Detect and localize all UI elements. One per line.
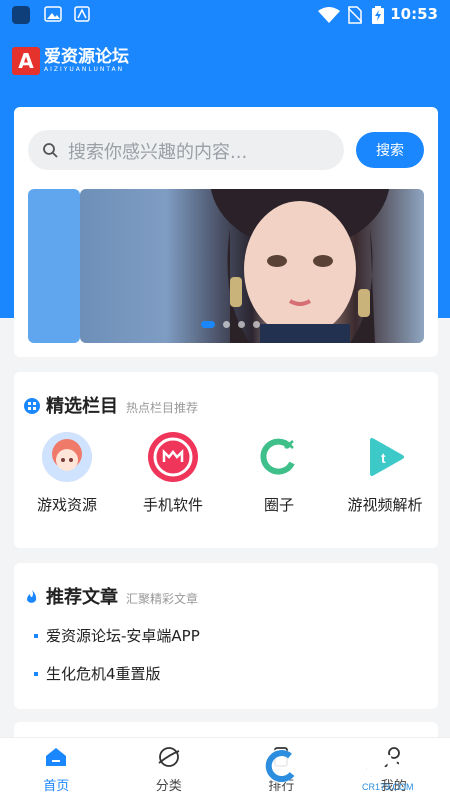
category-label: 手机软件	[143, 494, 203, 515]
bullet-icon	[34, 634, 38, 638]
category-game-resources[interactable]: 游戏资源	[14, 432, 120, 515]
app-notification-icon	[12, 6, 30, 24]
search-banner-card: 搜索你感兴趣的内容... 搜索	[14, 107, 438, 357]
category-video-parse[interactable]: t 游视频解析	[332, 432, 438, 515]
status-bar: 10:53	[0, 0, 450, 30]
category-label: 游戏资源	[37, 494, 97, 515]
category-circle[interactable]: 圈子	[226, 432, 332, 515]
nav-home[interactable]: 首页	[0, 738, 113, 801]
watermark-site: CR173.COM	[362, 782, 414, 792]
bullet-icon	[34, 672, 38, 676]
pagination-dot-active[interactable]	[201, 321, 215, 328]
site-watermark: 西西软件园 CR173.COM	[258, 738, 438, 794]
featured-section: 精选栏目 热点栏目推荐 游戏资源 手机软件	[14, 372, 438, 548]
article-title: 爱资源论坛-安卓端APP	[46, 625, 200, 646]
banner-pagination	[201, 321, 260, 328]
article-item[interactable]: 生化危机4重置版	[34, 663, 161, 684]
fire-icon	[24, 589, 40, 605]
pagination-dot[interactable]	[223, 321, 230, 328]
banner-image	[80, 189, 424, 343]
image-notification-icon	[44, 6, 62, 22]
svg-text:t: t	[381, 450, 386, 466]
featured-subtitle: 热点栏目推荐	[126, 399, 198, 416]
category-label: 圈子	[264, 494, 294, 515]
logo-mark-icon: A	[12, 47, 40, 75]
article-title: 生化危机4重置版	[46, 663, 161, 684]
brand-tagline: AIZIYUANLUNTAN	[44, 66, 129, 74]
search-placeholder: 搜索你感兴趣的内容...	[68, 138, 247, 164]
nav-category[interactable]: 分类	[113, 738, 226, 801]
pagination-dot[interactable]	[253, 321, 260, 328]
category-mobile-software[interactable]: 手机软件	[120, 432, 226, 515]
home-icon	[44, 745, 68, 769]
category-label: 游视频解析	[347, 494, 422, 515]
articles-section: 推荐文章 汇聚精彩文章 爱资源论坛-安卓端APP 生化危机4重置版	[14, 563, 438, 709]
category-icon	[157, 745, 181, 769]
status-time: 10:53	[390, 5, 438, 23]
search-input[interactable]: 搜索你感兴趣的内容...	[28, 130, 344, 170]
no-sim-icon	[348, 6, 362, 24]
anime-avatar-icon	[42, 432, 92, 482]
search-icon	[42, 142, 58, 158]
brand-logo: A 爱资源论坛 AIZIYUANLUNTAN	[12, 46, 129, 76]
brand-name: 爱资源论坛	[44, 48, 129, 66]
featured-title: 精选栏目	[46, 392, 118, 418]
video-play-icon: t	[360, 432, 410, 482]
featured-section-icon	[24, 398, 40, 414]
pagination-dot[interactable]	[238, 321, 245, 328]
banner-carousel[interactable]	[80, 189, 424, 343]
nav-label: 分类	[156, 775, 182, 794]
meitu-app-icon	[148, 432, 198, 482]
nav-label: 首页	[43, 775, 69, 794]
battery-icon	[372, 6, 384, 24]
wifi-icon	[318, 7, 340, 23]
article-item[interactable]: 爱资源论坛-安卓端APP	[34, 625, 200, 646]
articles-subtitle: 汇聚精彩文章	[126, 590, 198, 607]
text-notification-icon	[74, 6, 90, 22]
watermark-text: 西西软件园	[302, 754, 422, 782]
search-button[interactable]: 搜索	[356, 132, 424, 168]
circle-chat-icon	[254, 432, 304, 482]
articles-title: 推荐文章	[46, 583, 118, 609]
banner-prev-slide[interactable]	[28, 189, 80, 343]
